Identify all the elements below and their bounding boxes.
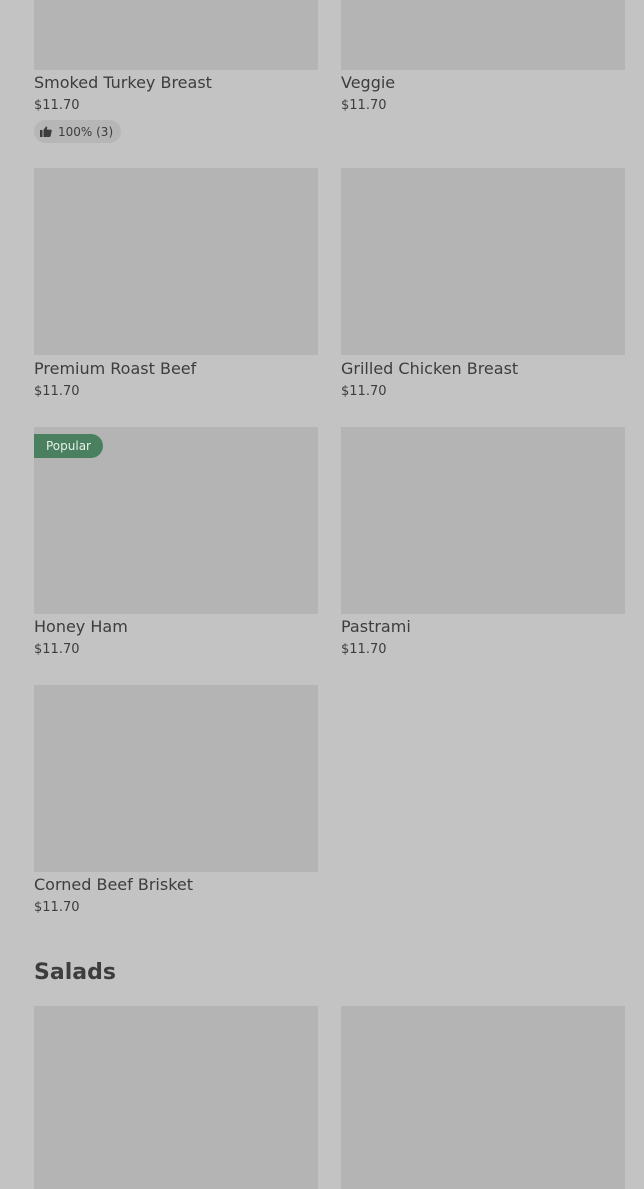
item-price: $11.70 xyxy=(34,384,80,399)
thumbs-up-icon xyxy=(40,126,52,137)
item-price: $11.70 xyxy=(34,900,80,915)
menu-item-card[interactable]: Smoked Turkey Breast $11.70 100% (3) xyxy=(34,0,318,143)
menu-item-card[interactable] xyxy=(34,1006,318,1189)
item-image[interactable] xyxy=(34,685,318,872)
section-title-salads: Salads xyxy=(34,960,116,985)
menu-page: Smoked Turkey Breast $11.70 100% (3) Veg… xyxy=(0,0,644,1189)
item-name[interactable]: Veggie xyxy=(341,73,395,93)
item-name[interactable]: Premium Roast Beef xyxy=(34,359,196,379)
menu-item-card[interactable]: Premium Roast Beef $11.70 xyxy=(34,168,318,399)
popular-badge: Popular xyxy=(34,434,103,458)
menu-item-card[interactable]: Grilled Chicken Breast $11.70 xyxy=(341,168,625,399)
item-price: $11.70 xyxy=(341,384,387,399)
item-name[interactable]: Smoked Turkey Breast xyxy=(34,73,212,93)
item-name[interactable]: Honey Ham xyxy=(34,617,128,637)
item-price: $11.70 xyxy=(34,642,80,657)
menu-item-card[interactable]: Corned Beef Brisket $11.70 xyxy=(34,685,318,915)
rating-badge: 100% (3) xyxy=(34,120,122,143)
item-image[interactable]: Popular xyxy=(34,427,318,614)
menu-item-card[interactable]: Popular Honey Ham $11.70 xyxy=(34,427,318,657)
menu-item-card[interactable]: Pastrami $11.70 xyxy=(341,427,625,657)
item-image[interactable] xyxy=(341,1006,625,1189)
item-image[interactable] xyxy=(34,168,318,355)
menu-item-card[interactable]: Veggie $11.70 xyxy=(341,0,625,113)
item-price: $11.70 xyxy=(34,98,80,113)
item-price: $11.70 xyxy=(341,642,387,657)
item-image[interactable] xyxy=(341,427,625,614)
item-name[interactable]: Pastrami xyxy=(341,617,411,637)
item-name[interactable]: Corned Beef Brisket xyxy=(34,875,193,895)
item-image[interactable] xyxy=(341,0,625,70)
item-image[interactable] xyxy=(341,168,625,355)
menu-item-card[interactable] xyxy=(341,1006,625,1189)
item-price: $11.70 xyxy=(341,98,387,113)
item-image[interactable] xyxy=(34,0,318,70)
rating-text: 100% (3) xyxy=(58,124,114,139)
item-name[interactable]: Grilled Chicken Breast xyxy=(341,359,518,379)
item-image[interactable] xyxy=(34,1006,318,1189)
